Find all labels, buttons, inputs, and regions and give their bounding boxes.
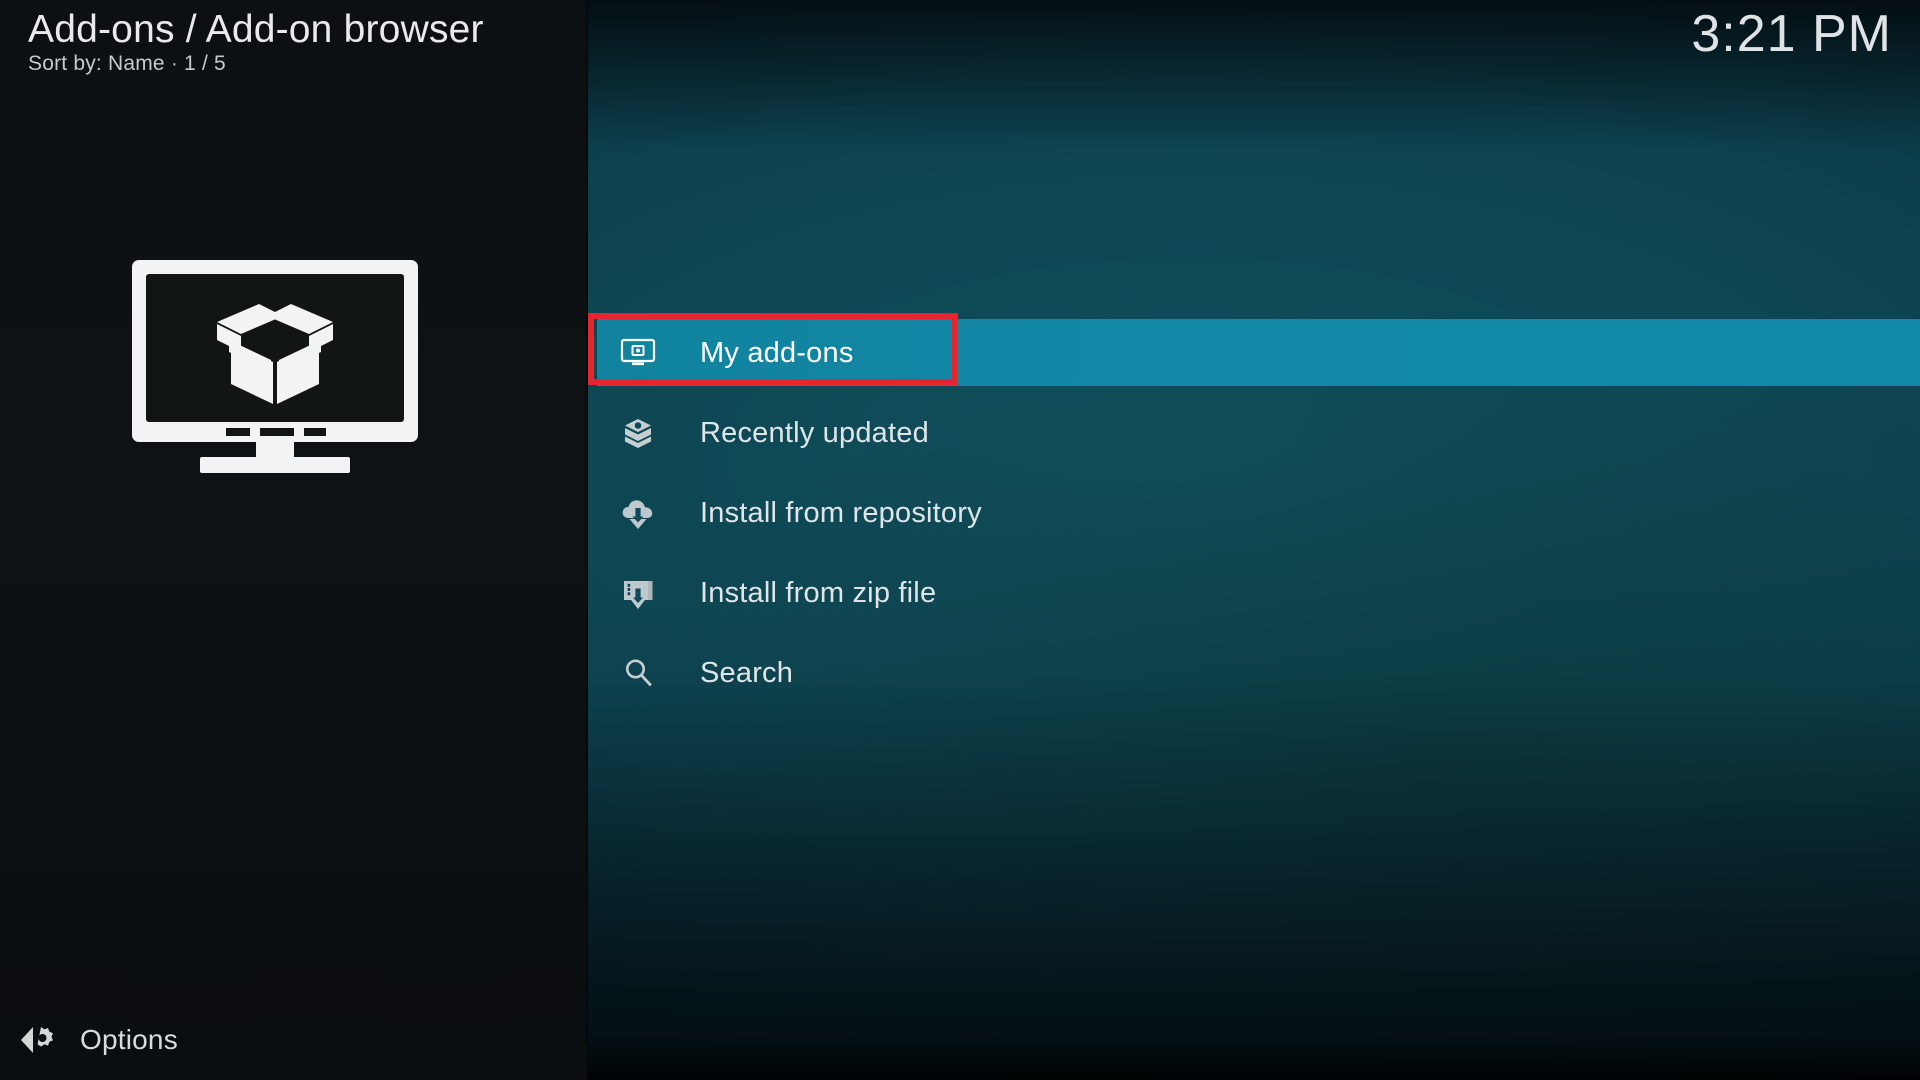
breadcrumb-sort-info: Sort by: Name · 1 / 5 [28,52,484,76]
options-gear-icon [14,1018,58,1062]
menu-item-install-from-zip-file[interactable]: Install from zip file [0,553,1920,633]
menu-item-search[interactable]: Search [0,633,1920,713]
row-background [597,639,1920,706]
sort-label: Sort by: Name [28,52,165,75]
zip-download-icon [616,571,660,615]
addon-browser-menu: My add-ons Recently updated Install from… [0,313,1920,713]
options-label: Options [80,1024,178,1055]
open-box-icon [616,411,660,455]
cloud-download-icon [616,491,660,535]
page-title: Add-ons / Add-on browser [28,8,484,51]
options-button[interactable]: Options [14,1018,178,1062]
menu-item-label: Recently updated [700,416,929,449]
search-icon [616,651,660,695]
separator-dot: · [170,52,179,75]
menu-item-label: My add-ons [700,336,854,369]
menu-item-recently-updated[interactable]: Recently updated [0,393,1920,473]
menu-item-label: Install from zip file [700,576,937,609]
clock: 3:21 PM [1691,5,1892,63]
menu-item-label: Install from repository [700,496,982,529]
header: Add-ons / Add-on browser Sort by: Name · 1… [28,6,484,76]
item-position: 1 / 5 [184,52,226,75]
menu-item-my-addons[interactable]: My add-ons [0,313,1920,393]
monitor-addon-icon [616,331,660,375]
menu-item-install-from-repository[interactable]: Install from repository [0,473,1920,553]
menu-item-label: Search [700,656,794,689]
